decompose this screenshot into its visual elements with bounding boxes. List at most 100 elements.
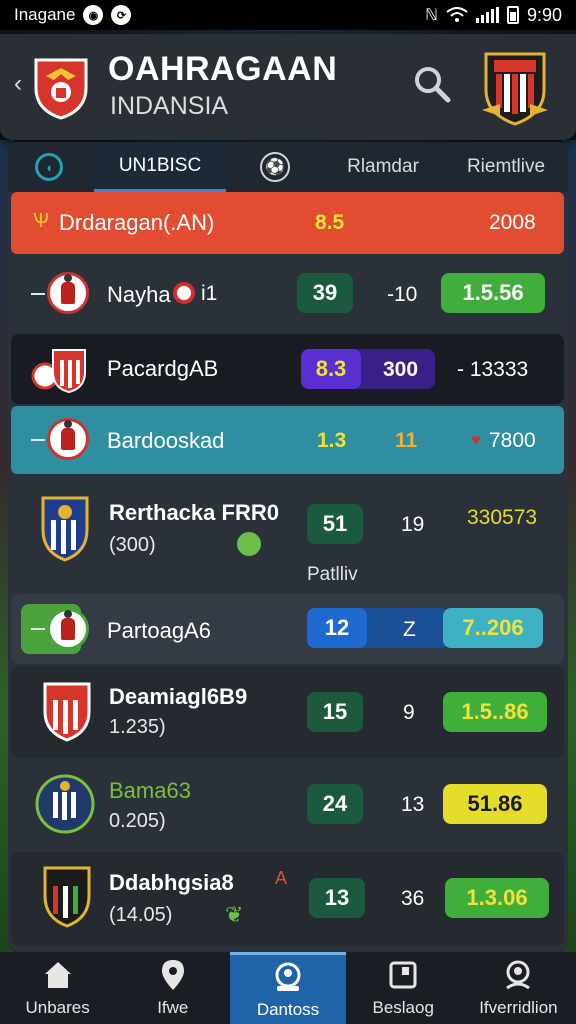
- document-icon: [389, 961, 417, 989]
- bottom-navigation: Unbares Ifwe Dantoss Beslaog Ifverridlio…: [0, 952, 576, 1024]
- club-crest-icon: [31, 349, 86, 394]
- team-name: Drdaragan(.AN): [59, 210, 215, 235]
- trophy-icon: Ѱ: [33, 210, 49, 232]
- clock: 9:90: [526, 4, 562, 25]
- live-circle-icon: ◖: [35, 153, 63, 181]
- app-header: ‹ OAHRAGAAN INDANSIA: [0, 34, 576, 140]
- search-icon[interactable]: [412, 64, 452, 104]
- team-subvalue: (14.05): [109, 904, 173, 926]
- back-button[interactable]: ‹: [14, 70, 22, 98]
- battery-icon: [506, 6, 519, 24]
- app-title: OAHRAGAAN: [108, 50, 338, 88]
- nav-label: Beslaog: [372, 998, 434, 1017]
- status-bar: Inagane ◉ ⟳ ℕ 9:90: [0, 0, 576, 30]
- table-row[interactable]: PacardgAB 8.3 300 - 13333: [11, 334, 564, 404]
- stat-pill: 51.86: [443, 784, 547, 824]
- nfc-icon: ℕ: [425, 7, 438, 24]
- tab-rlamdar[interactable]: Rlamdar: [328, 142, 438, 192]
- team-subvalue: 0.205): [109, 810, 166, 832]
- tab-riemtlive[interactable]: Riemtlive: [448, 142, 564, 192]
- table-row[interactable]: Ѱ Drdaragan(.AN) 8.5 2008: [11, 192, 564, 254]
- stat-pill: 7..206: [443, 608, 543, 648]
- stat-pill: 13: [309, 878, 365, 918]
- tab-label: Riemtlive: [466, 156, 546, 177]
- profile-icon: [275, 962, 301, 991]
- team-name: PacardgAB: [107, 356, 219, 381]
- team-badge-text: i1: [201, 282, 218, 305]
- stat-value: 19: [401, 513, 425, 536]
- player-avatar: [47, 272, 89, 314]
- stat-value: 36: [401, 887, 425, 910]
- signal-icon: [475, 7, 499, 23]
- status-dot-icon: [237, 532, 261, 556]
- team-subvalue: 1.235): [109, 716, 166, 738]
- table-row[interactable]: PartoagA6 12 Z 7..206: [11, 594, 564, 664]
- tab-label: Rlamdar: [347, 156, 419, 177]
- row-note: Patlliv: [307, 564, 358, 585]
- table-row[interactable]: Deamiagl6B9 1.235) 15 9 1.5..86: [11, 666, 564, 758]
- table-row[interactable]: Bardooskad 1.3 11 ♥ 7800: [11, 406, 564, 474]
- stat-value: 330573: [467, 506, 538, 529]
- nav-document[interactable]: Beslaog: [346, 952, 461, 1024]
- location-pin-icon: [161, 960, 184, 990]
- nav-user[interactable]: Ifverridlion: [461, 952, 576, 1024]
- nav-location[interactable]: Ifwe: [115, 952, 230, 1024]
- tab-bar: ◖ UN1BISC ⚽ Rlamdar Riemtlive: [8, 142, 568, 192]
- nav-profile[interactable]: Dantoss: [230, 952, 346, 1024]
- leaf-icon: ❦: [225, 902, 244, 927]
- stat-value: 13: [401, 793, 425, 816]
- nav-label: Unbares: [25, 998, 90, 1017]
- player-avatar: [47, 418, 89, 460]
- stat-value: 1.3: [317, 429, 347, 452]
- table-row[interactable]: Nayha i1 39 -10 1.5.56: [11, 264, 564, 324]
- dash-icon: [31, 439, 45, 441]
- team-crest-badge[interactable]: [480, 50, 550, 126]
- heart-icon: ♥: [471, 432, 481, 449]
- stat-value: - 13333: [457, 358, 529, 381]
- tab-football[interactable]: ⚽: [240, 142, 310, 192]
- dash-icon: [31, 628, 45, 630]
- user-circle-icon: [506, 960, 531, 990]
- stat-value: 2008: [489, 211, 536, 234]
- standings-panel: ◖ UN1BISC ⚽ Rlamdar Riemtlive Ѱ Drdaraga…: [8, 142, 568, 952]
- record-icon: [173, 282, 195, 304]
- club-crest-icon: [35, 774, 95, 834]
- carrier-label: Inagane: [14, 5, 76, 24]
- stat-value: 9: [403, 701, 415, 724]
- team-name: Bama63: [109, 778, 191, 803]
- sync-icon: ⟳: [111, 5, 132, 25]
- football-icon: ⚽: [260, 152, 290, 182]
- stat-pill: 12: [307, 608, 367, 648]
- team-subvalue: (300): [109, 534, 156, 556]
- home-icon: [44, 962, 71, 988]
- stat-value: -10: [387, 283, 418, 306]
- club-crest-icon: [41, 496, 89, 562]
- dash-icon: [31, 293, 45, 295]
- table-row[interactable]: Bama63 0.205) 24 13 51.86: [11, 760, 564, 854]
- stat-value: 300: [383, 358, 419, 381]
- team-name: PartoagA6: [107, 618, 211, 643]
- stat-value: 7800: [489, 429, 536, 452]
- table-row[interactable]: Rerthacka FRR0 (300) 51 19 330573 Patlli…: [11, 482, 564, 588]
- stat-pill: 51: [307, 504, 363, 544]
- nav-home[interactable]: Unbares: [0, 952, 115, 1024]
- notification-icon: ◉: [83, 5, 104, 25]
- stat-pill: 24: [307, 784, 363, 824]
- stat-pill: 8.3: [301, 349, 361, 389]
- tab-live[interactable]: ◖: [8, 142, 90, 192]
- stat-pill: 39: [297, 273, 353, 313]
- table-row[interactable]: Ddabhgsia8 (14.05) A ❦ 13 36 1.3.06: [11, 852, 564, 946]
- stat-pill: 1.3.06: [445, 878, 549, 918]
- app-subtitle: INDANSIA: [110, 92, 229, 120]
- stat-value: Z: [403, 618, 416, 641]
- team-name: Deamiagl6B9: [109, 684, 248, 709]
- tab-unibisc[interactable]: UN1BISC: [94, 142, 226, 192]
- wifi-icon: [446, 7, 468, 22]
- team-name: Nayha: [107, 282, 171, 307]
- team-name: Ddabhgsia8: [109, 870, 234, 895]
- row-mark: A: [275, 868, 288, 888]
- stat-pill: 1.5..86: [443, 692, 547, 732]
- stat-pill: 1.5.56: [441, 273, 545, 313]
- team-name: Bardooskad: [107, 428, 225, 453]
- tab-label: UN1BISC: [118, 154, 202, 176]
